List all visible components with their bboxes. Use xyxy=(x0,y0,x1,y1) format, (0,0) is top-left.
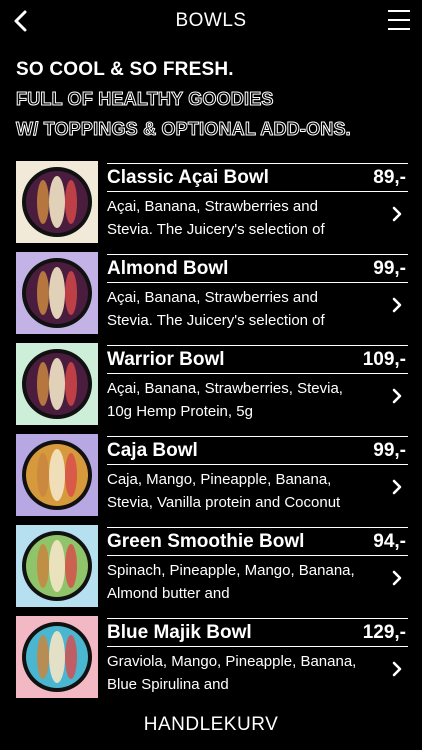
divider xyxy=(107,527,408,528)
item-name: Warrior Bowl xyxy=(107,349,225,370)
chevron-right-icon[interactable] xyxy=(390,296,404,314)
item-name: Almond Bowl xyxy=(107,258,229,279)
list-item[interactable]: Warrior Bowl 109,- Açai, Banana, Strawbe… xyxy=(16,343,408,434)
item-price: 109,- xyxy=(362,349,406,370)
hero-line-1: SO COOL & SO FRESH. xyxy=(16,59,234,80)
item-price: 129,- xyxy=(362,622,406,643)
item-name: Classic Açai Bowl xyxy=(107,167,269,188)
divider xyxy=(107,191,408,192)
list-item[interactable]: Classic Açai Bowl 89,- Açai, Banana, Str… xyxy=(16,161,408,252)
bowl-list: Classic Açai Bowl 89,- Açai, Banana, Str… xyxy=(16,161,408,707)
divider xyxy=(107,345,408,346)
chevron-right-icon[interactable] xyxy=(390,478,404,496)
bowl-photo xyxy=(16,434,98,516)
top-bar: BOWLS xyxy=(0,0,422,44)
item-name: Green Smoothie Bowl xyxy=(107,531,305,552)
bowl-photo xyxy=(16,161,98,243)
item-price: 99,- xyxy=(373,258,406,279)
chevron-right-icon[interactable] xyxy=(390,569,404,587)
divider xyxy=(107,436,408,437)
divider xyxy=(107,646,408,647)
divider xyxy=(107,555,408,556)
hamburger-menu-icon[interactable] xyxy=(388,10,410,32)
bowl-photo xyxy=(16,252,98,334)
item-description: Açai, Banana, Strawberries and Stevia. T… xyxy=(107,289,325,329)
bowl-photo xyxy=(16,525,98,607)
item-name: Blue Majik Bowl xyxy=(107,622,252,643)
divider xyxy=(107,618,408,619)
divider xyxy=(107,282,408,283)
item-description: Spinach, Pineapple, Mango, Banana, Almon… xyxy=(107,562,355,602)
item-description: Açai, Banana, Strawberries, Stevia, 10g … xyxy=(107,380,343,420)
item-price: 89,- xyxy=(373,167,406,188)
chevron-right-icon[interactable] xyxy=(390,387,404,405)
bowl-photo xyxy=(16,616,98,698)
list-item[interactable]: Caja Bowl 99,- Caja, Mango, Pineapple, B… xyxy=(16,434,408,525)
item-description: Graviola, Mango, Pineapple, Banana, Blue… xyxy=(107,653,357,693)
cart-button[interactable]: HANDLEKURV xyxy=(0,714,422,736)
item-description: Açai, Banana, Strawberries and Stevia. T… xyxy=(107,198,325,238)
chevron-right-icon[interactable] xyxy=(390,205,404,223)
list-item[interactable]: Green Smoothie Bowl 94,- Spinach, Pineap… xyxy=(16,525,408,616)
page-title: BOWLS xyxy=(175,10,247,31)
divider xyxy=(107,254,408,255)
hero-line-3: W/ TOPPINGS & OPTIONAL ADD-ONS. xyxy=(16,119,352,140)
item-description: Caja, Mango, Pineapple, Banana, Stevia, … xyxy=(107,471,341,511)
chevron-right-icon[interactable] xyxy=(390,660,404,678)
list-item[interactable]: Blue Majik Bowl 129,- Graviola, Mango, P… xyxy=(16,616,408,707)
item-price: 94,- xyxy=(373,531,406,552)
item-name: Caja Bowl xyxy=(107,440,198,461)
bowl-photo xyxy=(16,343,98,425)
divider xyxy=(107,373,408,374)
hero-line-2: FULL OF HEALTHY GOODIES xyxy=(16,89,274,110)
hero-text: SO COOL & SO FRESH. FULL OF HEALTHY GOOD… xyxy=(16,56,416,144)
divider xyxy=(107,464,408,465)
divider xyxy=(107,163,408,164)
item-price: 99,- xyxy=(373,440,406,461)
list-item[interactable]: Almond Bowl 99,- Açai, Banana, Strawberr… xyxy=(16,252,408,343)
